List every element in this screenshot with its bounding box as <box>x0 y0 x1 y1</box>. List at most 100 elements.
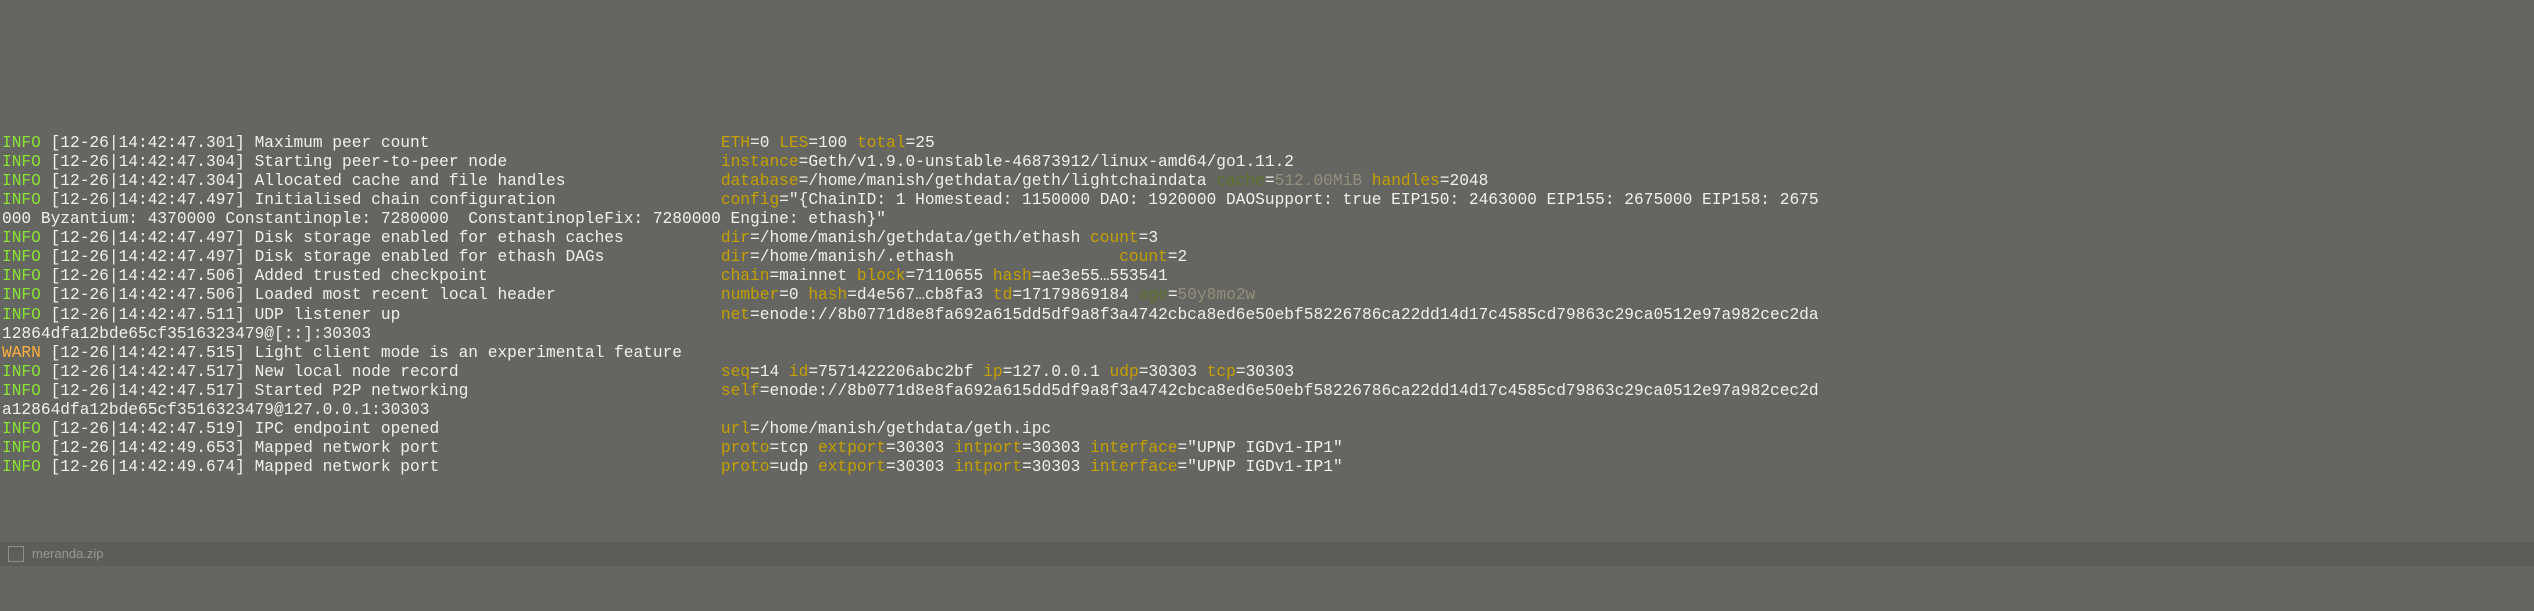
log-timestamp: [12-26|14:42:47.304] <box>51 153 245 171</box>
log-key: hash <box>993 267 1032 285</box>
log-level: INFO <box>2 267 41 285</box>
log-value: ae3e55…553541 <box>1041 267 1167 285</box>
log-key: cache <box>1216 172 1265 190</box>
log-key: block <box>857 267 906 285</box>
log-line: INFO [12-26|14:42:49.674] Mapped network… <box>2 458 2534 477</box>
log-value: 17179869184 <box>1022 286 1129 304</box>
bg-cmd-1: geth <box>520 49 563 69</box>
log-value: 2048 <box>1449 172 1488 190</box>
log-value: "{ChainID: 1 Homestead: 1150000 DAO: 192… <box>789 191 1819 209</box>
log-timestamp: [12-26|14:42:47.519] <box>51 420 245 438</box>
log-value: 25 <box>915 134 934 152</box>
log-key: net <box>721 306 750 324</box>
log-timestamp: [12-26|14:42:49.674] <box>51 458 245 476</box>
log-key: count <box>1119 248 1168 266</box>
log-line: INFO [12-26|14:42:47.497] Disk storage e… <box>2 248 2534 267</box>
log-level: INFO <box>2 172 41 190</box>
log-level: INFO <box>2 134 41 152</box>
log-value: /home/manish/gethdata/geth/lightchaindat… <box>808 172 1206 190</box>
log-key: config <box>721 191 779 209</box>
log-line: INFO [12-26|14:42:47.497] Initialised ch… <box>2 191 2534 210</box>
log-key: tcp <box>1207 363 1236 381</box>
log-value: 30303 <box>896 439 945 457</box>
log-key: proto <box>721 439 770 457</box>
log-message: Mapped network port <box>255 439 721 457</box>
log-value: 14 <box>760 363 779 381</box>
log-key: ip <box>983 363 1002 381</box>
log-value: /home/manish/gethdata/geth.ipc <box>760 420 1051 438</box>
log-timestamp: [12-26|14:42:47.497] <box>51 248 245 266</box>
log-key: handles <box>1372 172 1440 190</box>
log-line: INFO [12-26|14:42:47.506] Loaded most re… <box>2 286 2534 305</box>
log-key: instance <box>721 153 799 171</box>
log-line: WARN [12-26|14:42:47.515] Light client m… <box>2 344 2534 363</box>
log-key: LES <box>779 134 808 152</box>
log-level: INFO <box>2 458 41 476</box>
log-key: count <box>1090 229 1139 247</box>
log-key: ETH <box>721 134 750 152</box>
log-line: INFO [12-26|14:42:47.519] IPC endpoint o… <box>2 420 2534 439</box>
log-message: Light client mode is an experimental fea… <box>255 344 682 362</box>
log-key: extport <box>818 458 886 476</box>
log-message: IPC endpoint opened <box>255 420 721 438</box>
log-line: INFO [12-26|14:42:47.304] Starting peer-… <box>2 153 2534 172</box>
log-key: udp <box>1110 363 1139 381</box>
log-value: 30303 <box>1148 363 1197 381</box>
log-line: INFO [12-26|14:42:47.506] Added trusted … <box>2 267 2534 286</box>
log-timestamp: [12-26|14:42:47.506] <box>51 286 245 304</box>
log-level: INFO <box>2 248 41 266</box>
log-value: 2 <box>1177 248 1187 266</box>
log-line: INFO [12-26|14:42:49.653] Mapped network… <box>2 439 2534 458</box>
log-level: INFO <box>2 153 41 171</box>
status-square-icon <box>8 546 24 562</box>
log-level: INFO <box>2 191 41 209</box>
log-value: enode://8b0771d8e8fa692a615dd5df9a8f3a47… <box>769 382 1818 400</box>
log-key: age <box>1139 286 1168 304</box>
log-line: INFO [12-26|14:42:47.517] Started P2P ne… <box>2 382 2534 401</box>
log-line: INFO [12-26|14:42:47.517] New local node… <box>2 363 2534 382</box>
log-key: dir <box>721 229 750 247</box>
log-line: INFO [12-26|14:42:47.511] UDP listener u… <box>2 306 2534 325</box>
log-timestamp: [12-26|14:42:47.517] <box>51 363 245 381</box>
log-key: self <box>721 382 760 400</box>
log-timestamp: [12-26|14:42:47.511] <box>51 306 245 324</box>
log-key: number <box>721 286 779 304</box>
log-value: 0 <box>789 286 799 304</box>
log-key: url <box>721 420 750 438</box>
log-key: seq <box>721 363 750 381</box>
log-timestamp: [12-26|14:42:47.497] <box>51 191 245 209</box>
log-timestamp: [12-26|14:42:47.301] <box>51 134 245 152</box>
log-level: INFO <box>2 286 41 304</box>
log-value: mainnet <box>779 267 847 285</box>
log-message: Disk storage enabled for ethash DAGs <box>255 248 721 266</box>
log-value: enode://8b0771d8e8fa692a615dd5df9a8f3a47… <box>760 306 1819 324</box>
log-level: INFO <box>2 306 41 324</box>
log-message: Allocated cache and file handles <box>255 172 721 190</box>
log-value: Geth/v1.9.0-unstable-46873912/linux-amd6… <box>808 153 1294 171</box>
log-level: INFO <box>2 439 41 457</box>
log-continuation: 000 Byzantium: 4370000 Constantinople: 7… <box>2 210 2534 229</box>
log-value: /home/manish/gethdata/geth/ethash <box>760 229 1081 247</box>
log-value: "UPNP IGDv1-IP1" <box>1187 458 1342 476</box>
log-key: proto <box>721 458 770 476</box>
log-timestamp: [12-26|14:42:47.304] <box>51 172 245 190</box>
log-value: /home/manish/.ethash <box>760 248 1110 266</box>
log-key: extport <box>818 439 886 457</box>
status-bar: meranda.zip <box>0 542 2534 566</box>
log-timestamp: [12-26|14:42:47.517] <box>51 382 245 400</box>
log-message: Disk storage enabled for ethash caches <box>255 229 721 247</box>
log-continuation: 12864dfa12bde65cf3516323479@[::]:30303 <box>2 325 2534 344</box>
log-timestamp: [12-26|14:42:47.506] <box>51 267 245 285</box>
log-message: Initialised chain configuration <box>255 191 721 209</box>
log-value: 30303 <box>896 458 945 476</box>
terminal-output[interactable]: INFO [12-26|14:42:47.301] Maximum peer c… <box>0 134 2534 478</box>
log-key: interface <box>1090 439 1177 457</box>
log-message: Started P2P networking <box>255 382 721 400</box>
log-timestamp: [12-26|14:42:49.653] <box>51 439 245 457</box>
log-message: Mapped network port <box>255 458 721 476</box>
log-key: interface <box>1090 458 1177 476</box>
log-value: 50y8mo2w <box>1178 286 1256 304</box>
log-line: INFO [12-26|14:42:47.497] Disk storage e… <box>2 229 2534 248</box>
log-line: INFO [12-26|14:42:47.304] Allocated cach… <box>2 172 2534 191</box>
log-key: td <box>993 286 1012 304</box>
